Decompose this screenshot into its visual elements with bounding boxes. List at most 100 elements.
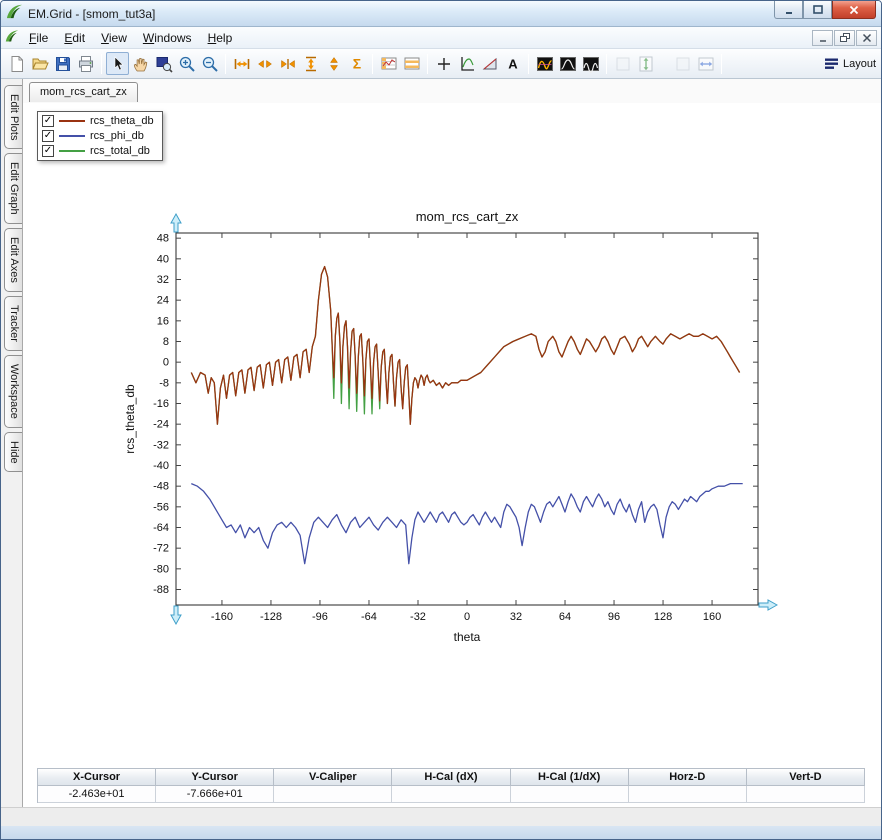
- plot-canvas: ✓ rcs_theta_db ✓ rcs_phi_db ✓rcs_total_db -1…: [23, 103, 881, 807]
- svg-text:-72: -72: [153, 543, 169, 555]
- maximize-button[interactable]: [803, 1, 832, 19]
- svg-text:8: 8: [163, 336, 169, 348]
- save-icon[interactable]: [51, 52, 74, 75]
- legend-color-sample: [59, 135, 85, 137]
- svg-text:A: A: [508, 56, 518, 71]
- status-area: [1, 807, 881, 826]
- compress-horizontal-icon[interactable]: [276, 52, 299, 75]
- svg-text:-8: -8: [159, 377, 169, 389]
- svg-text:-16: -16: [153, 398, 169, 410]
- menu-item-edit[interactable]: Edit: [56, 29, 93, 47]
- menu-item-windows[interactable]: Windows: [135, 29, 200, 47]
- chart[interactable]: -160-128-96-64-3203264961281604840322416…: [118, 205, 778, 675]
- minimize-button[interactable]: [774, 1, 803, 19]
- menu-item-file[interactable]: File: [21, 29, 56, 47]
- expand-horizontal-icon[interactable]: [230, 52, 253, 75]
- layout-button[interactable]: Layout: [823, 55, 877, 72]
- zoom-window-icon[interactable]: [152, 52, 175, 75]
- cursor-value-cell: [511, 786, 629, 803]
- zoom-in-icon[interactable]: [175, 52, 198, 75]
- document-tab[interactable]: mom_rcs_cart_zx: [29, 82, 138, 102]
- legend-checkbox[interactable]: ✓: [42, 115, 54, 127]
- close-button[interactable]: [832, 1, 876, 19]
- svg-text:rcs_theta_db: rcs_theta_db: [123, 384, 137, 454]
- cursor-value-cell: -2.463e+01: [38, 786, 156, 803]
- fit-horizontal-icon[interactable]: [694, 52, 717, 75]
- sum-icon[interactable]: Σ: [345, 52, 368, 75]
- legend-checkbox[interactable]: ✓: [42, 130, 54, 142]
- select-tool-icon[interactable]: [106, 52, 129, 75]
- menu-item-help[interactable]: Help: [200, 29, 241, 47]
- expand-vertical-icon[interactable]: [299, 52, 322, 75]
- mdi-minimize-button[interactable]: [812, 30, 833, 46]
- zoom-out-icon[interactable]: [198, 52, 221, 75]
- blank-box-icon[interactable]: [611, 52, 634, 75]
- axes-plot-icon[interactable]: [455, 52, 478, 75]
- toolbar-separator: [427, 54, 428, 74]
- svg-text:-160: -160: [211, 611, 233, 623]
- toolbar-separator: [606, 54, 607, 74]
- legend: ✓ rcs_theta_db ✓ rcs_phi_db ✓rcs_total_db: [37, 111, 163, 161]
- toolbar-separator: [225, 54, 226, 74]
- layout-label: Layout: [843, 58, 877, 70]
- table-rows-icon[interactable]: [400, 52, 423, 75]
- mdi-restore-button[interactable]: [834, 30, 855, 46]
- menu-items: FileEditViewWindowsHelp: [21, 29, 240, 47]
- mdi-close-button[interactable]: [856, 30, 877, 46]
- print-icon[interactable]: [74, 52, 97, 75]
- arrows-horizontal-icon[interactable]: [253, 52, 276, 75]
- svg-text:-96: -96: [312, 611, 328, 623]
- document-tabbar: mom_rcs_cart_zx: [23, 79, 881, 103]
- menu-item-view[interactable]: View: [93, 29, 135, 47]
- sidebar-tab-strip: Edit Plots Edit Graph Edit Axes Tracker Work…: [1, 79, 23, 807]
- open-file-icon[interactable]: [28, 52, 51, 75]
- sidebar-tab-edit-axes[interactable]: Edit Axes: [4, 228, 22, 292]
- svg-text:-88: -88: [153, 584, 169, 596]
- chart-area[interactable]: -160-128-96-64-3203264961281604840322416…: [118, 205, 778, 680]
- blank-box-icon[interactable]: [671, 52, 694, 75]
- svg-text:24: 24: [157, 295, 169, 307]
- svg-text:-32: -32: [153, 439, 169, 451]
- cursor-column-header: Vert-D: [747, 769, 865, 786]
- new-file-icon[interactable]: [5, 52, 28, 75]
- legend-item: ✓rcs_total_db: [42, 145, 154, 157]
- pan-tool-icon[interactable]: [129, 52, 152, 75]
- sidebar-tab-hide[interactable]: Hide: [4, 432, 22, 473]
- fit-vertical-icon[interactable]: [634, 52, 657, 75]
- legend-label: rcs_phi_db: [90, 130, 144, 142]
- table-columns-icon[interactable]: [377, 52, 400, 75]
- plot-dark-wave-icon[interactable]: [579, 52, 602, 75]
- crosshair-icon[interactable]: [432, 52, 455, 75]
- svg-text:128: 128: [654, 611, 672, 623]
- svg-text:-48: -48: [153, 481, 169, 493]
- svg-text:48: 48: [157, 233, 169, 245]
- svg-text:0: 0: [464, 611, 470, 623]
- sidebar-tab-tracker[interactable]: Tracker: [4, 296, 22, 351]
- svg-text:theta: theta: [454, 630, 481, 644]
- plot-colored-icon[interactable]: [533, 52, 556, 75]
- legend-checkbox[interactable]: ✓: [42, 145, 54, 157]
- svg-text:32: 32: [510, 611, 522, 623]
- titlebar[interactable]: EM.Grid - [smom_tut3a]: [1, 1, 881, 27]
- sidebar-tab-edit-graph[interactable]: Edit Graph: [4, 153, 22, 224]
- arrows-vertical-icon[interactable]: [322, 52, 345, 75]
- toolbar-separator: [372, 54, 373, 74]
- cursor-column-header: H-Cal (1/dX): [511, 769, 629, 786]
- svg-text:16: 16: [157, 315, 169, 327]
- svg-text:-24: -24: [153, 419, 169, 431]
- app-logo-icon: [6, 3, 23, 25]
- cursor-column-header: X-Cursor: [38, 769, 156, 786]
- svg-text:64: 64: [559, 611, 571, 623]
- plot-dark-gaussian-icon[interactable]: [556, 52, 579, 75]
- window-frame-bottom: [1, 826, 881, 839]
- legend-item: ✓ rcs_theta_db: [42, 115, 154, 127]
- sidebar-tab-edit-plots[interactable]: Edit Plots: [4, 85, 22, 149]
- svg-text:-56: -56: [153, 501, 169, 513]
- legend-color-sample: [59, 150, 85, 152]
- cursor-tracker-table: X-CursorY-CursorV-CaliperH-Cal (dX)H-Cal…: [37, 768, 865, 803]
- mdi-window-controls: [812, 30, 877, 46]
- sidebar-tab-workspace[interactable]: Workspace: [4, 355, 22, 428]
- legend-label: rcs_theta_db: [90, 115, 154, 127]
- text-tool-icon[interactable]: A: [501, 52, 524, 75]
- slope-triangle-icon[interactable]: [478, 52, 501, 75]
